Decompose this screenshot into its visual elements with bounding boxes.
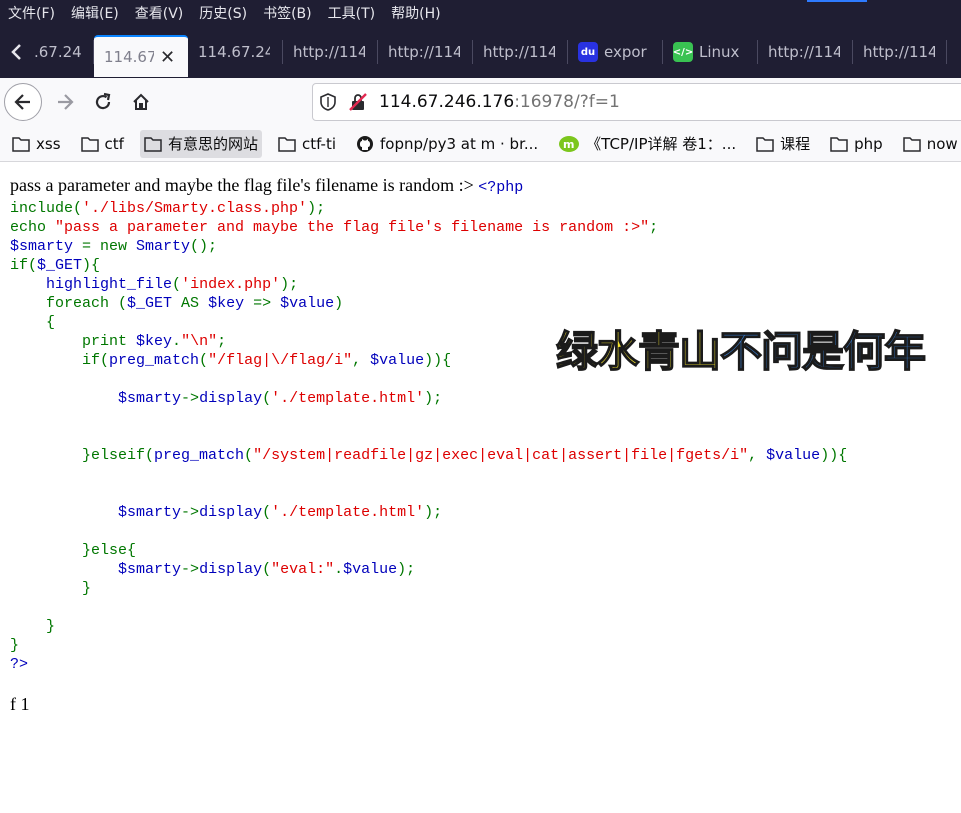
menu-file[interactable]: 文件(F)	[8, 3, 55, 23]
page-content: pass a parameter and maybe the flag file…	[10, 174, 955, 715]
accent-strip	[807, 0, 867, 2]
home-icon	[133, 93, 149, 110]
url-host: 114.67.246.176	[379, 92, 515, 112]
bookmark-fopnp[interactable]: fopnp/py3 at m · br...	[352, 130, 542, 158]
baidu-icon: du	[578, 42, 598, 62]
bookmark-label: 《TCP/IP详解 卷1：...	[586, 135, 737, 153]
tab-3[interactable]: 114.67.24	[188, 26, 283, 78]
arrow-left-icon	[14, 94, 30, 110]
github-icon	[356, 135, 374, 153]
bookmark-label: php	[854, 134, 883, 153]
folder-icon	[144, 136, 162, 152]
tab-7[interactable]: du expor	[568, 26, 663, 78]
intro-text: pass a parameter and maybe the flag file…	[10, 174, 955, 199]
arrow-right-icon	[58, 94, 74, 110]
tab-label: Linux	[699, 43, 740, 61]
folder-icon	[902, 136, 921, 152]
bookmark-tcpip[interactable]: m 《TCP/IP详解 卷1：...	[554, 130, 740, 158]
chevron-left-icon	[11, 44, 21, 60]
watermark-text: 绿水青山不问是何年	[555, 318, 927, 379]
tab-10[interactable]: http://114	[853, 26, 947, 78]
menu-tools[interactable]: 工具(T)	[328, 3, 375, 23]
bookmark-label: xss	[36, 134, 61, 153]
close-icon[interactable]: ✕	[160, 47, 175, 68]
bookmark-label: 课程	[780, 135, 811, 153]
folder-icon	[278, 136, 296, 152]
tab-4[interactable]: http://114	[283, 26, 378, 78]
tab-scroll-left-button[interactable]	[0, 26, 34, 78]
watermark-part-2: 不问是何年	[719, 326, 927, 377]
tab-label: 114.67.24	[198, 43, 270, 61]
bookmark-label: ctf	[104, 134, 124, 153]
tab-label: expor	[604, 43, 647, 61]
tab-label: http://114	[293, 43, 365, 61]
bookmark-interesting-sites[interactable]: 有意思的网站	[139, 129, 262, 158]
tab-6[interactable]: http://114	[473, 26, 568, 78]
tab-label: http://114	[388, 43, 460, 61]
tab-label: http://114	[863, 43, 935, 61]
menu-bookmarks[interactable]: 书签(B)	[263, 3, 312, 23]
reload-button[interactable]	[84, 83, 122, 121]
tab-1[interactable]: .67.24	[34, 26, 94, 78]
insecure-lock-icon[interactable]	[343, 92, 373, 112]
source-code: include('./libs/Smarty.class.php'); echo…	[10, 200, 848, 673]
menu-edit[interactable]: 编辑(E)	[71, 3, 119, 23]
folder-icon	[80, 136, 99, 152]
php-open-tag: <?php	[478, 179, 524, 196]
menu-bar: 文件(F) 编辑(E) 查看(V) 历史(S) 书签(B) 工具(T) 帮助(H…	[0, 0, 961, 26]
home-button[interactable]	[122, 83, 160, 121]
linux-icon: </>	[673, 42, 693, 62]
bookmark-xss[interactable]: xss	[8, 130, 65, 158]
menu-view[interactable]: 查看(V)	[135, 3, 184, 23]
bookmark-ctf-ti[interactable]: ctf-ti	[274, 130, 340, 158]
bookmark-courses[interactable]: 课程	[752, 130, 814, 158]
bookmark-now[interactable]: now	[899, 130, 961, 158]
nav-bar: 114.67.246.176:16978/?f=1	[0, 78, 961, 126]
bookmark-ctf[interactable]: ctf	[77, 130, 128, 158]
svg-text:m: m	[563, 138, 574, 151]
folder-icon	[756, 136, 774, 152]
reload-icon	[95, 92, 111, 110]
watermark-part-1: 绿水青山	[555, 326, 722, 377]
url-bar[interactable]: 114.67.246.176:16978/?f=1	[312, 83, 961, 121]
tab-label: .67.24	[34, 43, 82, 61]
tab-label: http://114	[768, 43, 840, 61]
tab-label: 114.67	[104, 48, 154, 66]
menu-history[interactable]: 历史(S)	[199, 3, 247, 23]
bookmark-label: ctf-ti	[301, 134, 337, 153]
menu-help[interactable]: 帮助(H)	[391, 3, 440, 23]
folder-icon	[830, 136, 848, 152]
m-icon: m	[558, 135, 580, 153]
output-text: f 1	[10, 694, 30, 714]
bookmark-label: now	[926, 134, 958, 153]
bookmarks-bar: xss ctf 有意思的网站 ctf-ti fopnp/py3 at m · b…	[0, 126, 961, 162]
bookmark-php[interactable]: php	[826, 130, 887, 158]
tab-9[interactable]: http://114	[758, 26, 853, 78]
tab-label: http://114	[483, 43, 555, 61]
back-button[interactable]	[4, 83, 42, 121]
bookmark-label: fopnp/py3 at m · br...	[380, 134, 539, 153]
folder-icon	[12, 136, 30, 152]
intro-message: pass a parameter and maybe the flag file…	[10, 175, 474, 195]
forward-button[interactable]	[46, 83, 84, 121]
tab-5[interactable]: http://114	[378, 26, 473, 78]
shield-icon[interactable]	[313, 93, 343, 111]
bookmark-label: 有意思的网站	[167, 135, 258, 153]
tab-2-active[interactable]: 114.67 ✕	[94, 35, 188, 77]
tab-8[interactable]: </> Linux	[663, 26, 758, 78]
tab-strip: .67.24 114.67 ✕ 114.67.24 http://114 htt…	[0, 26, 961, 78]
url-path: :16978/?f=1	[514, 92, 620, 112]
